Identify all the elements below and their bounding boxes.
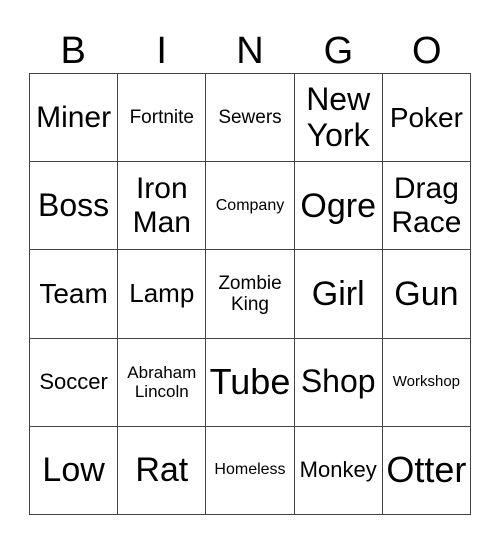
bingo-cell[interactable]: Monkey (294, 426, 383, 515)
bingo-cell[interactable]: Miner (30, 74, 119, 163)
bingo-cell[interactable]: Lamp (118, 250, 207, 339)
bingo-cell[interactable]: Ogre (294, 162, 383, 251)
bingo-cell[interactable]: Homeless (206, 426, 295, 515)
bingo-cell[interactable]: Gun (382, 250, 471, 339)
header-letter-g: G (323, 30, 354, 72)
bingo-cell[interactable]: Otter (382, 426, 471, 515)
bingo-cell[interactable]: Abraham Lincoln (118, 338, 207, 427)
bingo-cell[interactable]: Workshop (382, 338, 471, 427)
bingo-cell[interactable]: Tube (206, 338, 295, 427)
bingo-cell[interactable]: Sewers (206, 74, 295, 163)
bingo-cell[interactable]: Zombie King (206, 250, 295, 339)
header-letter-n: N (236, 30, 264, 72)
bingo-cell[interactable]: Boss (30, 162, 119, 251)
header-letter-o: O (412, 30, 442, 72)
bingo-cell[interactable]: Girl (294, 250, 383, 339)
header-letter-i: I (156, 30, 167, 72)
bingo-cell[interactable]: Company (206, 162, 295, 251)
bingo-header: B I N G O (29, 30, 471, 72)
bingo-cell[interactable]: New York (294, 74, 383, 163)
bingo-cell[interactable]: Team (30, 250, 119, 339)
bingo-cell[interactable]: Soccer (30, 338, 119, 427)
bingo-board: Miner Fortnite Sewers New York Poker Bos… (29, 73, 471, 515)
header-letter-b: B (60, 30, 86, 72)
bingo-cell[interactable]: Rat (118, 426, 207, 515)
bingo-cell[interactable]: Shop (294, 338, 383, 427)
bingo-cell[interactable]: Iron Man (118, 162, 207, 251)
bingo-cell[interactable]: Drag Race (382, 162, 471, 251)
bingo-cell[interactable]: Poker (382, 74, 471, 163)
bingo-cell[interactable]: Fortnite (118, 74, 207, 163)
bingo-cell[interactable]: Low (30, 426, 119, 515)
